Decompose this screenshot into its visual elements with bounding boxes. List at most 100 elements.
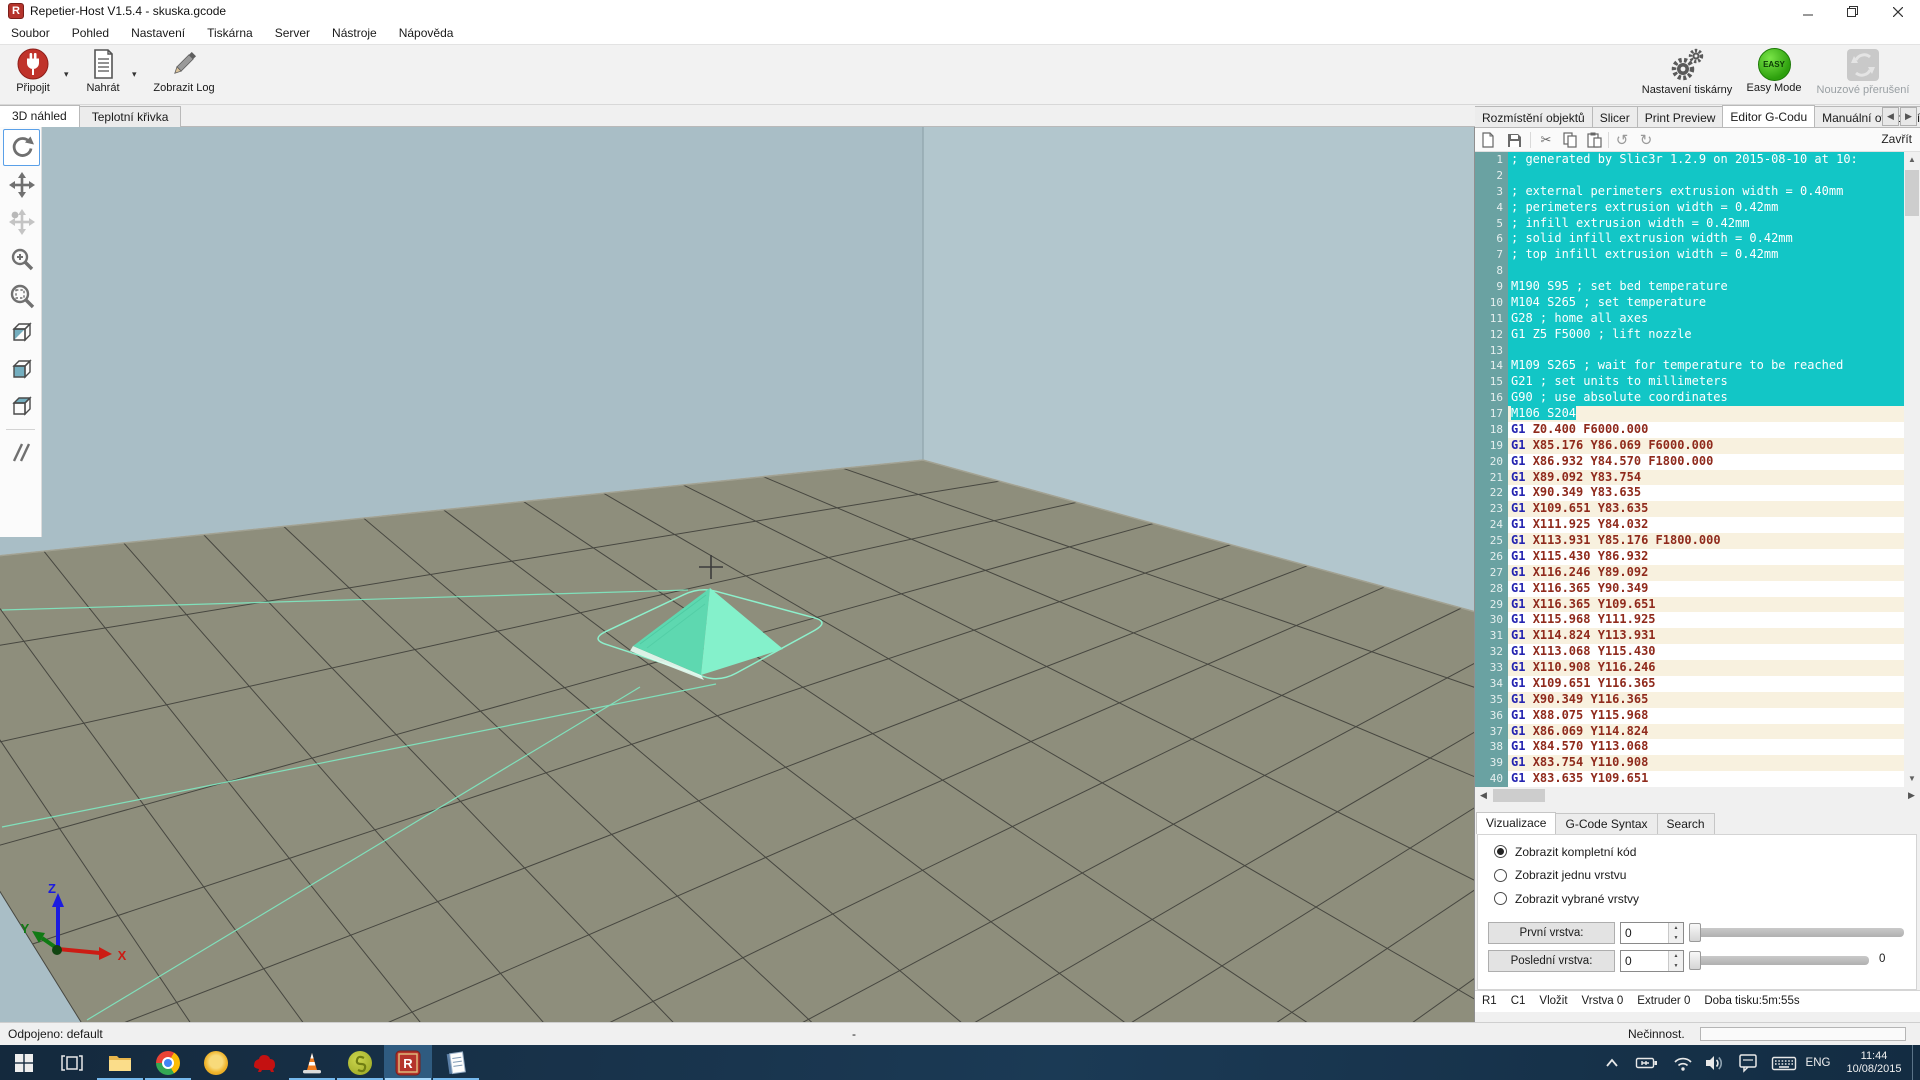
gcode-line[interactable]: 15G21 ; set units to millimeters [1475, 374, 1904, 390]
gcode-editor[interactable]: 1; generated by Slic3r 1.2.9 on 2015-08-… [1475, 152, 1920, 787]
gcode-line[interactable]: 23G1 X109.651 Y83.635 [1475, 501, 1904, 517]
gcode-line[interactable]: 5; infill extrusion width = 0.42mm [1475, 216, 1904, 232]
restore-button[interactable] [1830, 0, 1875, 23]
spin-up-icon[interactable]: ▲ [1668, 923, 1683, 933]
show-desktop-button[interactable] [1912, 1045, 1913, 1080]
tray-battery-button[interactable] [1632, 1045, 1662, 1080]
gcode-line[interactable]: 34G1 X109.651 Y116.365 [1475, 676, 1904, 692]
isometric-view-button[interactable] [3, 314, 40, 351]
last-layer-slider[interactable] [1691, 956, 1869, 965]
tray-keyboard-button[interactable] [1768, 1045, 1800, 1080]
copy-icon[interactable] [1561, 131, 1579, 149]
undo-icon[interactable]: ↺ [1613, 131, 1631, 149]
gcode-line[interactable]: 31G1 X114.824 Y113.931 [1475, 628, 1904, 644]
first-layer-button[interactable]: První vrstva: [1488, 922, 1615, 944]
scroll-down-icon[interactable]: ▼ [1904, 771, 1920, 787]
scroll-right-icon[interactable]: ▶ [1903, 787, 1920, 804]
scroll-up-icon[interactable]: ▲ [1904, 152, 1920, 168]
gcode-line[interactable]: 33G1 X110.908 Y116.246 [1475, 660, 1904, 676]
gcode-line[interactable]: 4; perimeters extrusion width = 0.42mm [1475, 200, 1904, 216]
paste-icon[interactable] [1585, 131, 1603, 149]
menu-item-nápověda[interactable]: Nápověda [388, 23, 465, 44]
last-layer-button[interactable]: Poslední vrstva: [1488, 950, 1615, 972]
parallel-projection-button[interactable] [3, 434, 40, 471]
taskbar-app-notepad[interactable] [432, 1045, 480, 1080]
right-tab[interactable]: Slicer [1592, 106, 1638, 128]
last-layer-slider-thumb[interactable] [1689, 951, 1701, 970]
view-tab[interactable]: Teplotní křivka [79, 106, 182, 127]
gcode-line[interactable]: 3; external perimeters extrusion width =… [1475, 184, 1904, 200]
gcode-line[interactable]: 14M109 S265 ; wait for temperature to be… [1475, 358, 1904, 374]
close-editor-button[interactable]: Zavřít [1881, 128, 1912, 151]
tray-notification-button[interactable] [1734, 1045, 1764, 1080]
show-log-button[interactable]: Zobrazit Log [146, 47, 222, 103]
taskbar-app-file-explorer[interactable] [96, 1045, 144, 1080]
first-layer-slider-thumb[interactable] [1689, 923, 1701, 942]
gcode-line[interactable]: 25G1 X113.931 Y85.176 F1800.000 [1475, 533, 1904, 549]
viz-tab[interactable]: G-Code Syntax [1555, 813, 1657, 834]
viz-tab[interactable]: Search [1657, 813, 1715, 834]
gcode-line[interactable]: 6; solid infill extrusion width = 0.42mm [1475, 231, 1904, 247]
gcode-line[interactable]: 36G1 X88.075 Y115.968 [1475, 708, 1904, 724]
load-dropdown[interactable]: ▾ [132, 69, 137, 80]
redo-icon[interactable]: ↻ [1637, 131, 1655, 149]
editor-horizontal-scrollbar[interactable]: ◀ ▶ [1475, 787, 1920, 804]
taskbar-app-vlc[interactable] [288, 1045, 336, 1080]
printer-settings-button[interactable]: Nastavení tiskárny [1632, 47, 1742, 103]
gcode-line[interactable]: 27G1 X116.246 Y89.092 [1475, 565, 1904, 581]
gcode-line[interactable]: 9M190 S95 ; set bed temperature [1475, 279, 1904, 295]
gcode-line[interactable]: 35G1 X90.349 Y116.365 [1475, 692, 1904, 708]
gcode-line[interactable]: 20G1 X86.932 Y84.570 F1800.000 [1475, 454, 1904, 470]
tab-scroll-right[interactable]: ▶ [1900, 107, 1917, 126]
gcode-line[interactable]: 39G1 X83.754 Y110.908 [1475, 755, 1904, 771]
task-view-button[interactable] [48, 1045, 96, 1080]
scroll-left-icon[interactable]: ◀ [1475, 787, 1492, 804]
spin-down-icon[interactable]: ▼ [1668, 933, 1683, 943]
gcode-line[interactable]: 24G1 X111.925 Y84.032 [1475, 517, 1904, 533]
language-indicator[interactable]: ENG [1800, 1045, 1836, 1080]
top-view-button[interactable] [3, 388, 40, 425]
right-tab[interactable]: Editor G-Codu [1722, 105, 1815, 128]
gcode-line[interactable]: 8 [1475, 263, 1904, 279]
gcode-line[interactable]: 37G1 X86.069 Y114.824 [1475, 724, 1904, 740]
view-tab[interactable]: 3D náhled [0, 105, 80, 127]
gcode-line[interactable]: 12G1 Z5 F5000 ; lift nozzle [1475, 327, 1904, 343]
gcode-line[interactable]: 40G1 X83.635 Y109.651 [1475, 771, 1904, 787]
radio-option[interactable]: Zobrazit vybrané vrstvy [1494, 890, 1639, 907]
move-object-button[interactable] [3, 203, 40, 240]
right-tab[interactable]: Rozmístění objektů [1475, 106, 1593, 128]
gcode-line[interactable]: 29G1 X116.365 Y109.651 [1475, 597, 1904, 613]
menu-item-server[interactable]: Server [264, 23, 321, 44]
radio-option[interactable]: Zobrazit kompletní kód [1494, 843, 1636, 860]
taskbar-app-red-dog[interactable] [240, 1045, 288, 1080]
radio-icon[interactable] [1494, 892, 1507, 905]
gcode-line[interactable]: 17M106 S204 [1475, 406, 1904, 422]
menu-item-soubor[interactable]: Soubor [0, 23, 61, 44]
connect-dropdown[interactable]: ▾ [64, 69, 69, 80]
gcode-line[interactable]: 13 [1475, 343, 1904, 359]
tab-scroll-left[interactable]: ◀ [1882, 107, 1899, 126]
gcode-line[interactable]: 16G90 ; use absolute coordinates [1475, 390, 1904, 406]
tray-chevron-button[interactable] [1598, 1045, 1626, 1080]
gcode-line[interactable]: 26G1 X115.430 Y86.932 [1475, 549, 1904, 565]
gcode-line[interactable]: 22G1 X90.349 Y83.635 [1475, 485, 1904, 501]
tray-volume-button[interactable] [1700, 1045, 1730, 1080]
gcode-line[interactable]: 19G1 X85.176 Y86.069 F6000.000 [1475, 438, 1904, 454]
load-button[interactable]: Nahrát [76, 47, 130, 103]
radio-icon[interactable] [1494, 845, 1507, 858]
connect-button[interactable]: Připojit [2, 47, 64, 103]
taskbar-app-gold-circle[interactable] [192, 1045, 240, 1080]
gcode-line[interactable]: 30G1 X115.968 Y111.925 [1475, 612, 1904, 628]
scroll-thumb[interactable] [1905, 170, 1919, 216]
cut-icon[interactable]: ✂ [1537, 131, 1555, 149]
menu-item-nastavení[interactable]: Nastavení [120, 23, 196, 44]
move-view-button[interactable] [3, 166, 40, 203]
gcode-line[interactable]: 38G1 X84.570 Y113.068 [1475, 739, 1904, 755]
taskbar-app-green-s[interactable] [336, 1045, 384, 1080]
menu-item-tiskárna[interactable]: Tiskárna [196, 23, 264, 44]
radio-icon[interactable] [1494, 869, 1507, 882]
new-file-icon[interactable] [1479, 131, 1497, 149]
spin-down-icon[interactable]: ▼ [1668, 961, 1683, 971]
tray-wifi-button[interactable] [1668, 1045, 1698, 1080]
gcode-line[interactable]: 1; generated by Slic3r 1.2.9 on 2015-08-… [1475, 152, 1904, 168]
